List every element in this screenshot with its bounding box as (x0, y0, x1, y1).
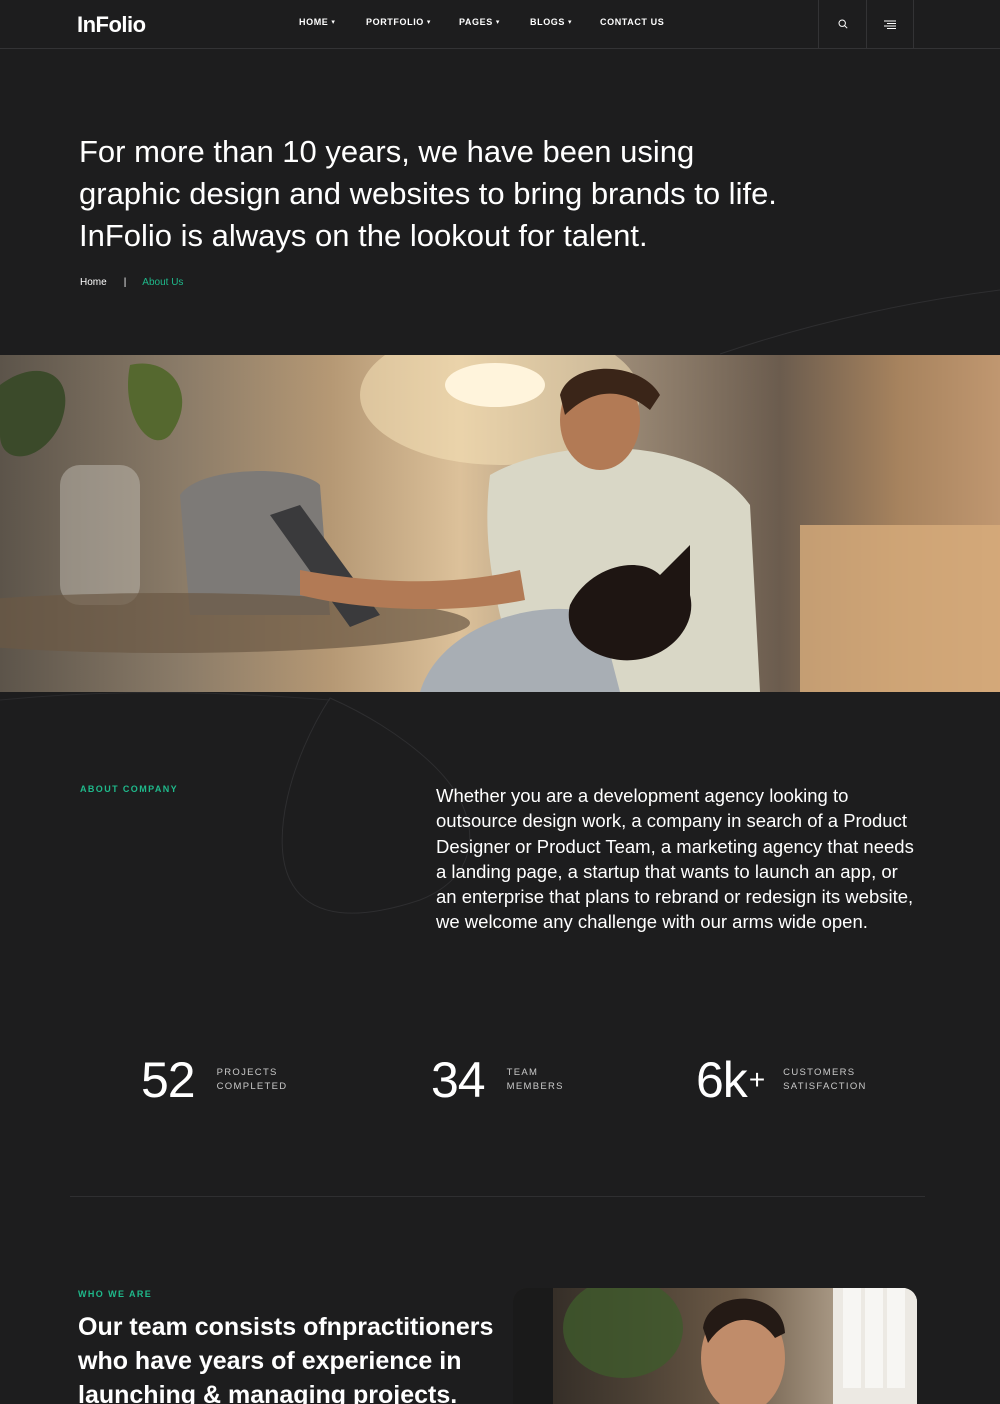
menu-item-home[interactable]: HOME ▾ (299, 17, 366, 27)
menu-item-contact-us[interactable]: CONTACT US (600, 17, 664, 27)
stat-label: PROJECTS COMPLETED (217, 1066, 307, 1094)
who-title: Our team consists ofnpractitioners who h… (78, 1313, 494, 1404)
stat-customers: 6k + CUSTOMERS SATISFACTION (696, 1052, 873, 1108)
team-image (513, 1288, 917, 1404)
hamburger-menu-button[interactable] (866, 0, 914, 48)
caret-down-icon: ▾ (495, 19, 500, 26)
stat-projects: 52 PROJECTS COMPLETED (141, 1052, 307, 1108)
stat-value: 34 (431, 1052, 486, 1108)
caret-down-icon: ▾ (331, 19, 336, 26)
caret-down-icon: ▾ (568, 19, 573, 26)
menu-item-portfolio[interactable]: PORTFOLIO ▾ (366, 17, 459, 27)
hamburger-menu-icon (884, 20, 896, 29)
menu-item-label: BLOGS (530, 17, 566, 27)
menu-item-pages[interactable]: PAGES ▾ (459, 17, 530, 27)
hero-image (0, 355, 1000, 692)
stat-label-line: CUSTOMERS (783, 1067, 856, 1078)
breadcrumb-home-link[interactable]: Home (80, 277, 107, 288)
stat-value: 52 (141, 1052, 196, 1108)
search-icon (837, 19, 848, 29)
search-button[interactable] (818, 0, 866, 48)
logo[interactable]: InFolio (77, 12, 146, 38)
stat-label-line: PROJECTS (216, 1067, 278, 1078)
stat-value: 6k (696, 1052, 748, 1108)
top-navbar: InFolio HOME ▾ PORTFOLIO ▾ PAGES ▾ BLOGS ▾ C… (0, 0, 1000, 49)
about-eyebrow: ABOUT COMPANY (80, 784, 179, 794)
menu-item-blogs[interactable]: BLOGS ▾ (530, 17, 600, 27)
caret-down-icon: ▾ (426, 19, 432, 26)
menu-item-label: PAGES (459, 17, 493, 27)
stat-label-line: COMPLETED (216, 1081, 288, 1092)
main-menu: HOME ▾ PORTFOLIO ▾ PAGES ▾ BLOGS ▾ CONTACT U… (299, 17, 664, 27)
stat-label: CUSTOMERS SATISFACTION (783, 1066, 873, 1094)
breadcrumb: Home | About Us (80, 277, 183, 288)
menu-item-label: CONTACT US (600, 17, 665, 27)
stat-label: TEAM MEMBERS (507, 1066, 597, 1094)
stat-suffix: + (748, 1064, 766, 1095)
breadcrumb-current: About Us (142, 277, 184, 288)
stat-label-line: SATISFACTION (783, 1081, 867, 1092)
hero-title: For more than 10 years, we have been usi… (79, 134, 777, 253)
breadcrumb-separator: | (123, 277, 127, 288)
stat-label-line: TEAM (506, 1067, 539, 1078)
menu-item-label: PORTFOLIO (366, 17, 424, 27)
about-description: Whether you are a development agency loo… (436, 785, 914, 933)
stat-label-line: MEMBERS (506, 1081, 564, 1092)
section-divider (70, 1196, 925, 1197)
who-eyebrow: WHO WE ARE (78, 1289, 153, 1299)
menu-item-label: HOME (299, 17, 329, 27)
stat-team: 34 TEAM MEMBERS (431, 1052, 597, 1108)
